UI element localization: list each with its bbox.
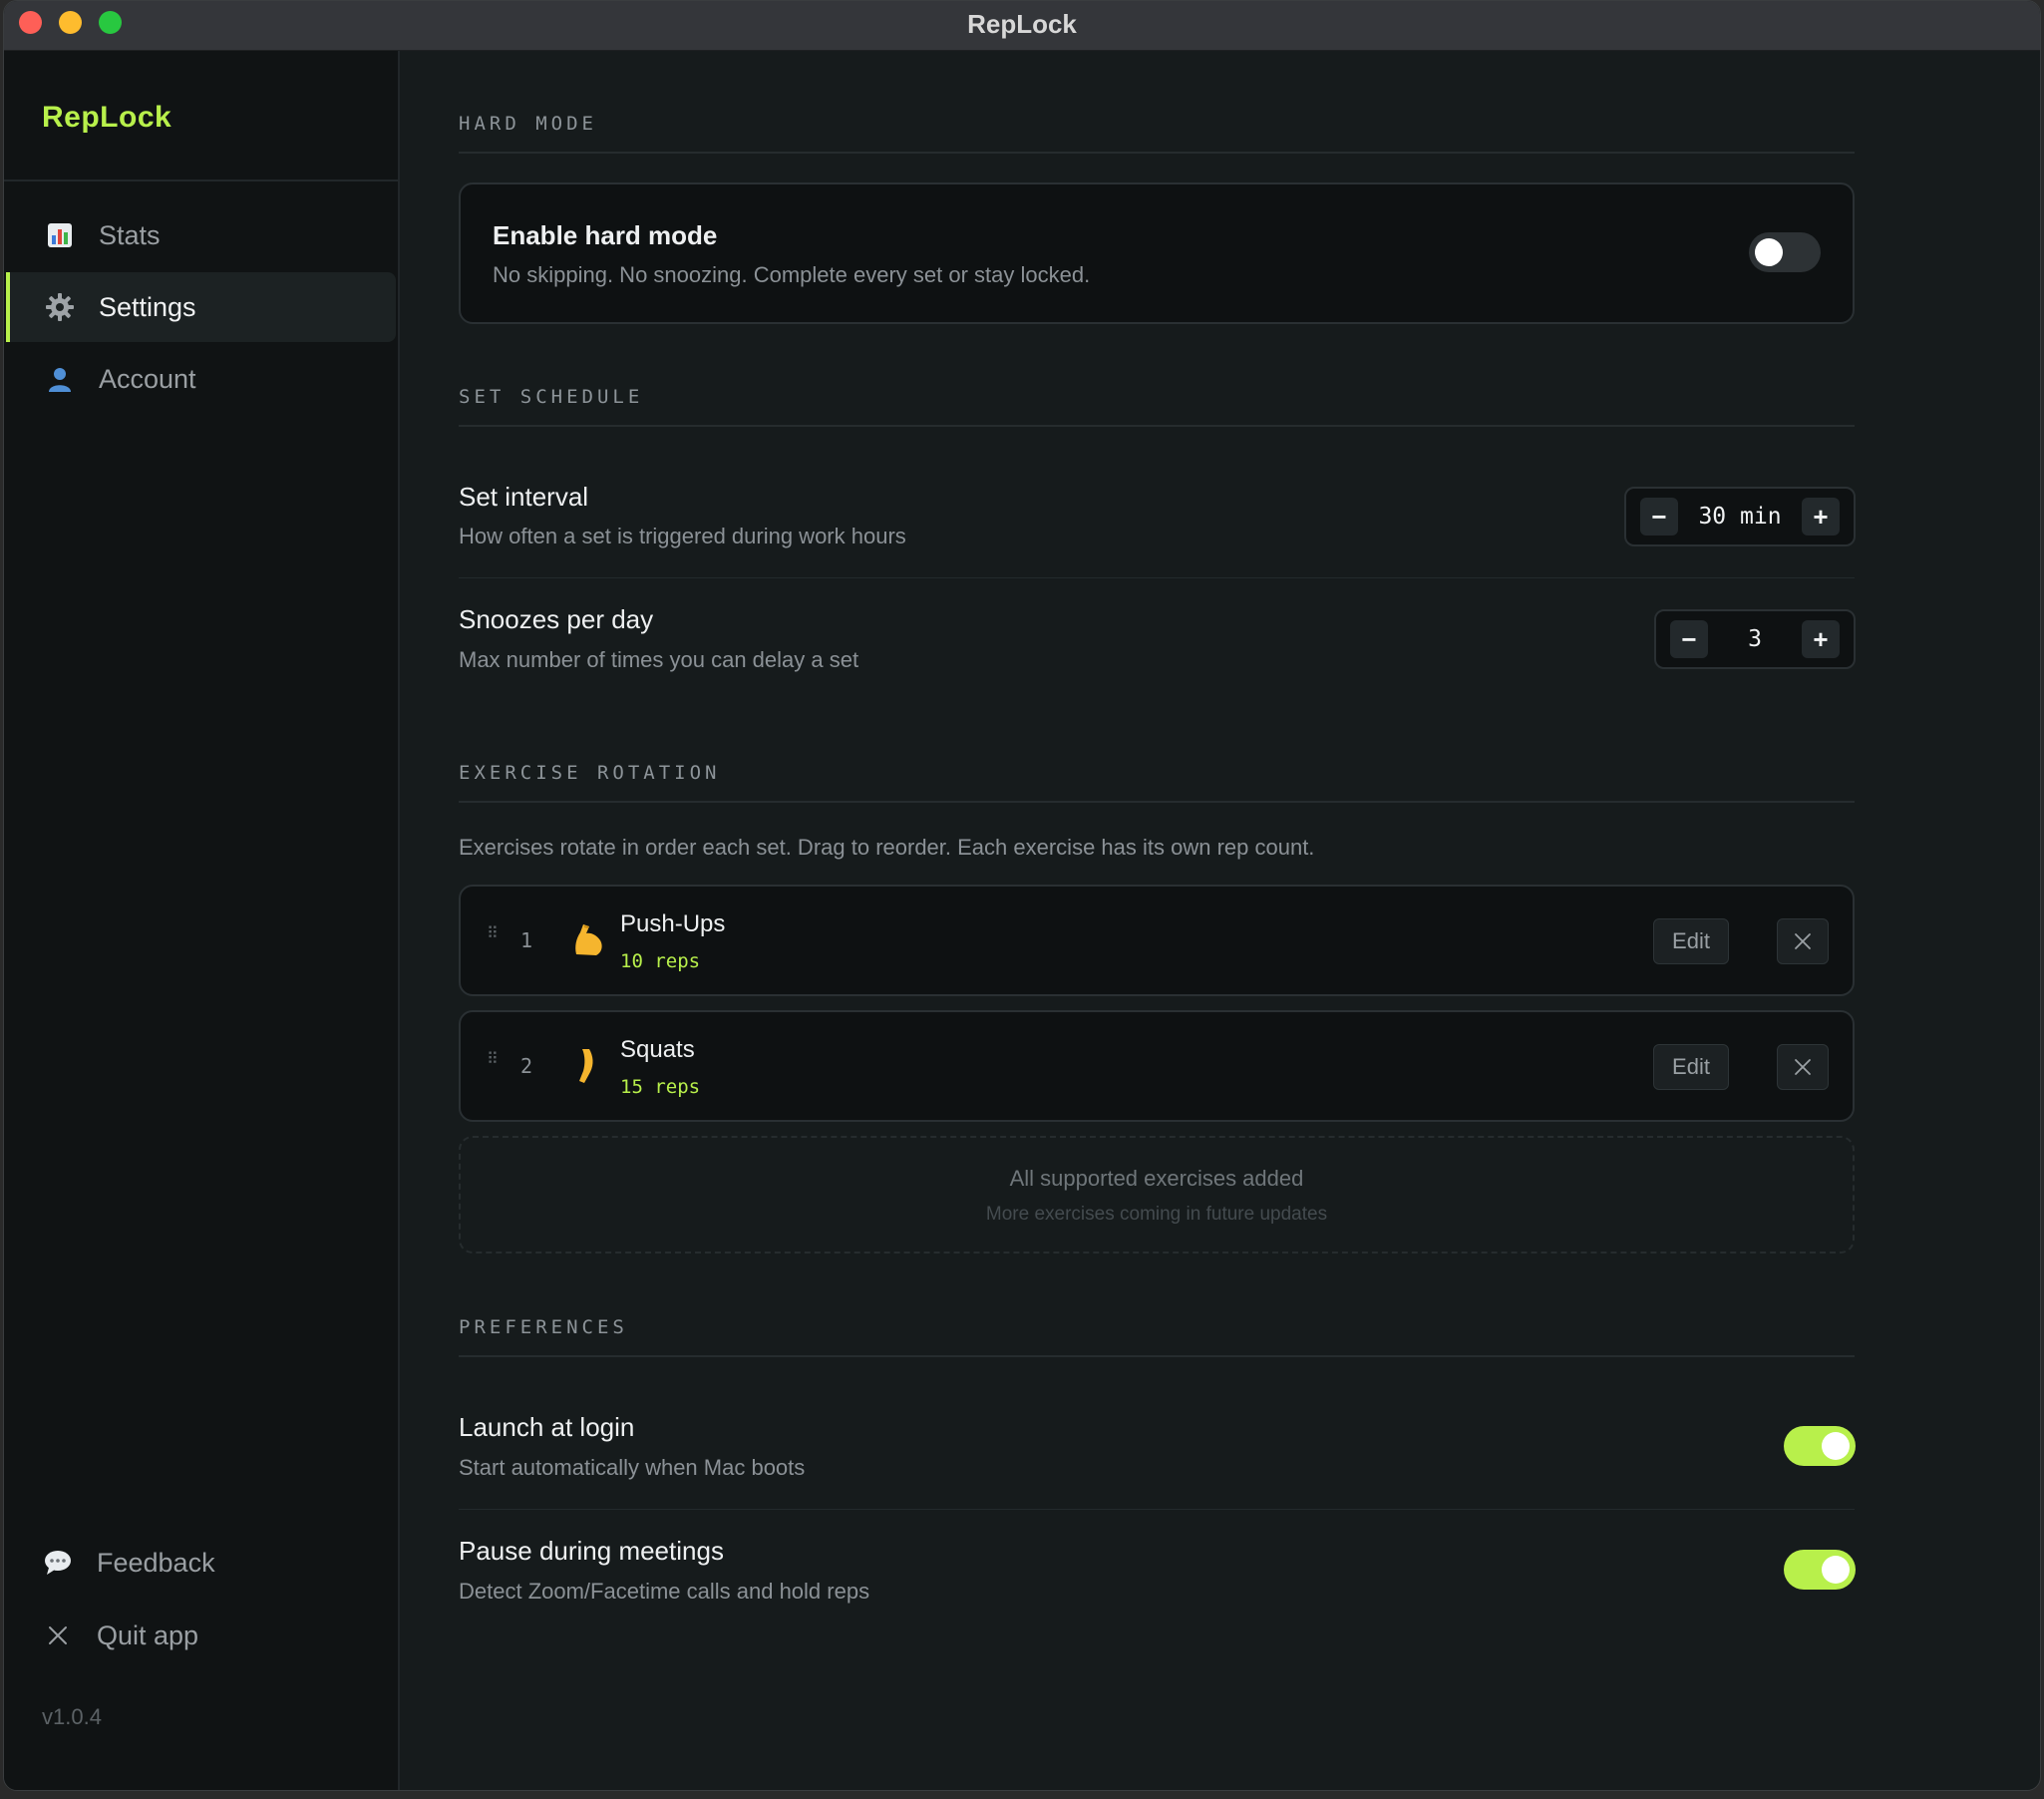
set-interval-description: How often a set is triggered during work… — [459, 524, 906, 548]
section-divider — [459, 152, 1855, 154]
section-divider — [459, 1355, 1855, 1357]
exercises-empty-state: All supported exercises added More exerc… — [459, 1136, 1855, 1254]
close-icon — [1795, 933, 1811, 949]
pause-meetings-label: Pause during meetings — [459, 1536, 724, 1566]
gear-icon — [44, 291, 76, 323]
pause-meetings-description: Detect Zoom/Facetime calls and hold reps — [459, 1579, 870, 1604]
sidebar-item-label: Stats — [99, 219, 161, 250]
toggle-knob — [1755, 238, 1783, 266]
window-title: RepLock — [967, 9, 1077, 39]
drag-handle-icon[interactable]: ⠿ — [487, 1052, 500, 1068]
hard-mode-label: Enable hard mode — [493, 220, 718, 250]
settings-panel: HARD MODE Enable hard mode No skipping. … — [403, 51, 2040, 1790]
app-window: RepLock RepLock Stats Settings Account F… — [3, 0, 2041, 1791]
feedback-label: Feedback — [97, 1547, 215, 1578]
sidebar-item-label: Settings — [99, 291, 196, 322]
section-title-exercise-rotation: EXERCISE ROTATION — [459, 762, 721, 784]
sidebar-item-account[interactable]: Account — [6, 344, 396, 414]
snoozes-stepper: − 3 + — [1654, 609, 1856, 669]
edit-exercise-button[interactable]: Edit — [1653, 918, 1729, 964]
sidebar-item-settings[interactable]: Settings — [6, 272, 396, 342]
user-icon — [44, 363, 76, 395]
sidebar-item-stats[interactable]: Stats — [6, 200, 396, 270]
exercise-reps: 10 reps — [620, 950, 701, 972]
bar-chart-icon — [44, 219, 76, 251]
increment-button[interactable]: + — [1802, 620, 1840, 658]
pause-meetings-toggle[interactable] — [1784, 1550, 1856, 1590]
speech-bubble-icon — [42, 1547, 74, 1579]
exercise-index: 2 — [520, 1054, 533, 1078]
brand-logo: RepLock — [42, 101, 172, 134]
snoozes-description: Max number of times you can delay a set — [459, 647, 859, 672]
drag-handle-icon[interactable]: ⠿ — [487, 926, 500, 942]
launch-at-login-label: Launch at login — [459, 1412, 635, 1442]
launch-at-login-description: Start automatically when Mac boots — [459, 1455, 806, 1480]
row-divider — [459, 577, 1855, 578]
sidebar-item-label: Account — [99, 363, 196, 394]
increment-button[interactable]: + — [1802, 498, 1840, 536]
version-label: v1.0.4 — [42, 1704, 102, 1729]
leg-icon — [570, 1046, 606, 1086]
remove-exercise-button[interactable] — [1777, 1044, 1829, 1090]
quit-app-button[interactable]: Quit app — [42, 1619, 198, 1651]
exercise-row[interactable]: ⠿ 2 Squats 15 reps Edit — [459, 1010, 1855, 1122]
exercise-name: Squats — [620, 1036, 695, 1063]
row-divider — [459, 1509, 1855, 1510]
feedback-button[interactable]: Feedback — [42, 1547, 215, 1579]
section-divider — [459, 801, 1855, 803]
remove-exercise-button[interactable] — [1777, 918, 1829, 964]
close-icon — [42, 1619, 74, 1651]
hard-mode-card: Enable hard mode No skipping. No snoozin… — [459, 182, 1855, 324]
exercise-index: 1 — [520, 928, 533, 952]
edit-exercise-button[interactable]: Edit — [1653, 1044, 1729, 1090]
quit-app-label: Quit app — [97, 1619, 199, 1650]
empty-state-subtitle: More exercises coming in future updates — [985, 1204, 1328, 1225]
exercise-name: Push-Ups — [620, 910, 726, 937]
sidebar: RepLock Stats Settings Account Feedback … — [4, 51, 400, 1790]
empty-state-title: All supported exercises added — [1009, 1166, 1304, 1191]
hard-mode-toggle[interactable] — [1749, 232, 1821, 272]
toggle-knob — [1822, 1556, 1850, 1584]
title-bar: RepLock — [4, 1, 2040, 51]
section-title-hard-mode: HARD MODE — [459, 113, 597, 135]
decrement-button[interactable]: − — [1670, 620, 1708, 658]
divider — [4, 180, 398, 181]
exercise-row[interactable]: ⠿ 1 Push-Ups 10 reps Edit — [459, 885, 1855, 996]
snoozes-value: 3 — [1748, 626, 1762, 652]
snoozes-label: Snoozes per day — [459, 604, 654, 634]
flexed-biceps-icon — [570, 920, 606, 960]
section-title-preferences: PREFERENCES — [459, 1316, 628, 1338]
section-divider — [459, 425, 1855, 427]
set-interval-stepper: − 30 min + — [1624, 487, 1856, 546]
rotation-description: Exercises rotate in order each set. Drag… — [459, 835, 1315, 860]
section-title-set-schedule: SET SCHEDULE — [459, 386, 644, 408]
hard-mode-description: No skipping. No snoozing. Complete every… — [493, 262, 1091, 287]
exercise-reps: 15 reps — [620, 1076, 701, 1098]
set-interval-value: 30 min — [1698, 504, 1782, 530]
close-icon — [1795, 1059, 1811, 1075]
decrement-button[interactable]: − — [1640, 498, 1678, 536]
launch-at-login-toggle[interactable] — [1784, 1426, 1856, 1466]
toggle-knob — [1822, 1432, 1850, 1460]
set-interval-label: Set interval — [459, 482, 589, 512]
